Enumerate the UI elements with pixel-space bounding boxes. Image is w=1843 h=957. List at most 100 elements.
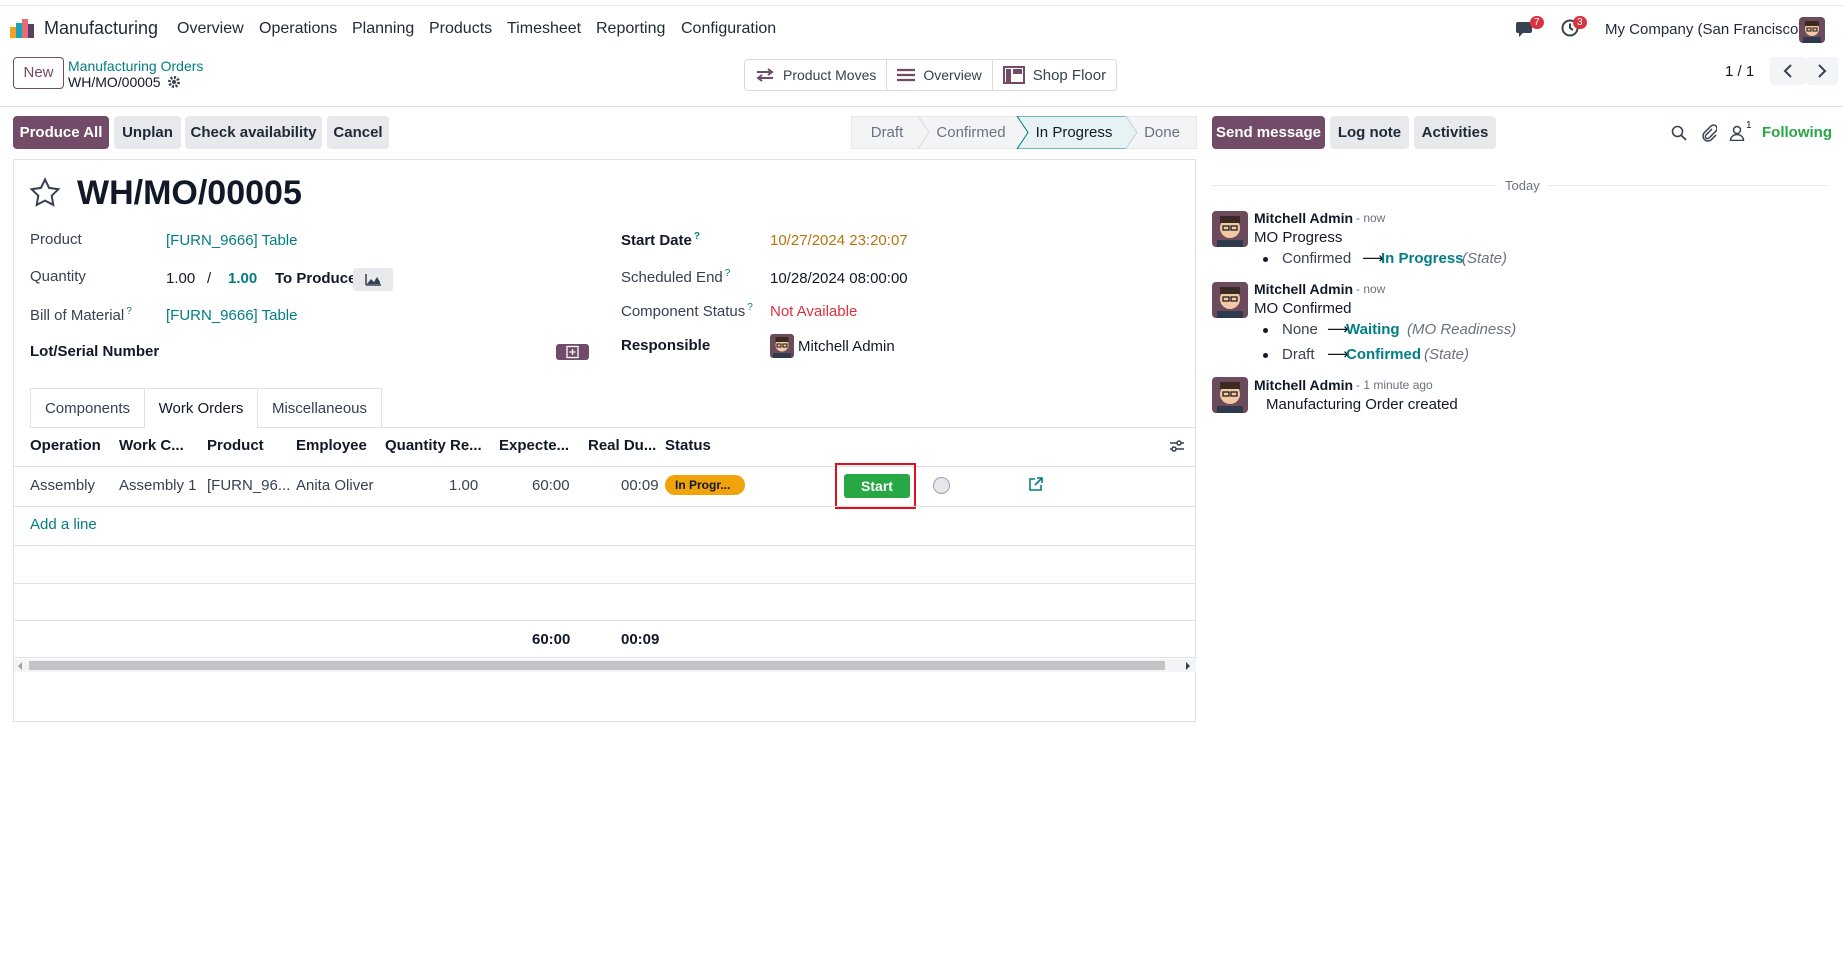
quantity-field[interactable]: 1.00	[166, 270, 195, 287]
followers-icon[interactable]	[1729, 125, 1745, 141]
menu-timesheet[interactable]: Timesheet	[507, 20, 581, 38]
message-author[interactable]: Mitchell Admin	[1254, 377, 1353, 393]
scroll-right-icon[interactable]	[1186, 662, 1190, 670]
new-value: In Progress	[1381, 250, 1464, 267]
open-external-icon[interactable]	[1028, 477, 1043, 492]
shop-floor-icon	[1002, 66, 1025, 84]
col-quantity[interactable]: Quantity Re...	[385, 437, 482, 454]
message-time: - now	[1356, 211, 1386, 225]
menu-overview[interactable]: Overview	[177, 20, 244, 38]
scrollbar-thumb[interactable]	[29, 661, 1165, 670]
scheduled-end-label: Scheduled End?	[621, 268, 731, 286]
tab-miscellaneous[interactable]: Miscellaneous	[257, 388, 382, 427]
gear-icon[interactable]	[167, 75, 181, 89]
row-divider-3	[14, 583, 1196, 584]
shop-floor-button[interactable]: Shop Floor	[993, 60, 1116, 90]
record-title: WH/MO/00005	[77, 174, 302, 212]
total-expected: 60:00	[532, 631, 571, 648]
unplan-button[interactable]: Unplan	[114, 116, 181, 149]
responsible-avatar	[770, 334, 794, 358]
tab-components[interactable]: Components	[30, 388, 145, 427]
cell-work-center: Assembly 1	[119, 477, 197, 494]
author-avatar[interactable]	[1212, 282, 1248, 318]
message-author[interactable]: Mitchell Admin	[1254, 281, 1353, 297]
messages-badge: 7	[1530, 16, 1544, 29]
menu-reporting[interactable]: Reporting	[596, 20, 665, 38]
smart-buttons: Product Moves Overview Shop Floor	[744, 59, 1118, 91]
cancel-button[interactable]: Cancel	[327, 116, 389, 149]
done-radio[interactable]	[933, 477, 950, 494]
start-button[interactable]: Start	[844, 474, 910, 498]
message-body: Manufacturing Order created	[1266, 396, 1458, 413]
area-chart-icon	[365, 274, 381, 286]
col-work-center[interactable]: Work C...	[119, 437, 184, 454]
paperclip-icon[interactable]	[1701, 124, 1717, 142]
responsible-label: Responsible	[621, 337, 711, 354]
add-line-link[interactable]: Add a line	[30, 516, 97, 533]
product-moves-label: Product Moves	[783, 67, 877, 83]
search-icon[interactable]	[1671, 125, 1687, 141]
stage-in-progress[interactable]: In Progress	[1025, 116, 1123, 149]
menu-planning[interactable]: Planning	[352, 20, 414, 38]
breadcrumb-parent[interactable]: Manufacturing Orders	[68, 58, 203, 74]
log-note-button[interactable]: Log note	[1330, 116, 1409, 149]
scheduled-end-field[interactable]: 10/28/2024 08:00:00	[770, 270, 908, 287]
stage-draft[interactable]: Draft	[855, 116, 919, 149]
new-button[interactable]: New	[13, 57, 64, 89]
col-product[interactable]: Product	[207, 437, 264, 454]
produce-all-button[interactable]: Produce All	[13, 116, 109, 149]
app-title[interactable]: Manufacturing	[44, 18, 158, 39]
message-author[interactable]: Mitchell Admin	[1254, 210, 1353, 226]
column-settings-icon[interactable]	[1169, 438, 1185, 454]
manufacturing-app-icon[interactable]	[10, 18, 34, 38]
col-status[interactable]: Status	[665, 437, 711, 454]
product-moves-button[interactable]: Product Moves	[745, 60, 888, 90]
star-icon[interactable]	[29, 177, 61, 209]
menu-products[interactable]: Products	[429, 20, 492, 38]
col-employee[interactable]: Employee	[296, 437, 367, 454]
activities-badge: 3	[1573, 16, 1587, 29]
tab-work-orders[interactable]: Work Orders	[144, 388, 258, 428]
stage-done[interactable]: Done	[1135, 116, 1189, 149]
bullet-icon	[1263, 353, 1268, 358]
author-avatar[interactable]	[1212, 211, 1248, 247]
author-avatar[interactable]	[1212, 377, 1248, 413]
followers-count: 1	[1746, 120, 1752, 131]
menu-configuration[interactable]: Configuration	[681, 20, 776, 38]
pager-prev-icon[interactable]	[1770, 57, 1806, 85]
col-real-duration[interactable]: Real Du...	[588, 437, 656, 454]
new-value: Confirmed	[1346, 346, 1421, 363]
forecast-chart-button[interactable]	[353, 268, 393, 291]
field-name: (MO Readiness)	[1407, 321, 1517, 338]
company-switcher[interactable]: My Company (San Francisco)	[1605, 21, 1803, 38]
col-operation[interactable]: Operation	[30, 437, 101, 454]
shop-floor-label: Shop Floor	[1032, 66, 1107, 84]
quantity-target[interactable]: 1.00	[228, 270, 257, 287]
start-date-field[interactable]: 10/27/2024 23:20:07	[770, 232, 908, 249]
date-separator: Today	[1497, 178, 1548, 193]
horizontal-scrollbar[interactable]	[14, 659, 1196, 672]
activities-button[interactable]: Activities	[1414, 116, 1496, 149]
pager-next-icon[interactable]	[1806, 57, 1838, 85]
overview-button[interactable]: Overview	[887, 60, 993, 90]
col-expected[interactable]: Expecte...	[499, 437, 569, 454]
responsible-field[interactable]: Mitchell Admin	[798, 338, 895, 355]
lot-serial-add-button[interactable]	[556, 344, 589, 360]
control-panel: New Manufacturing Orders WH/MO/00005 Pro…	[0, 49, 1843, 107]
row-divider	[14, 506, 1196, 507]
menu-operations[interactable]: Operations	[259, 20, 337, 38]
product-field[interactable]: [FURN_9666] Table	[166, 232, 297, 249]
bom-label: Bill of Material?	[30, 306, 132, 324]
start-date-label: Start Date?	[621, 231, 700, 249]
user-avatar[interactable]	[1799, 17, 1825, 43]
row-divider-4	[14, 620, 1196, 621]
following-button[interactable]: Following	[1762, 124, 1832, 141]
bom-field[interactable]: [FURN_9666] Table	[166, 307, 297, 324]
send-message-button[interactable]: Send message	[1212, 116, 1325, 149]
stage-confirmed[interactable]: Confirmed	[928, 116, 1014, 149]
scroll-left-icon[interactable]	[18, 662, 22, 670]
message-time: - 1 minute ago	[1356, 378, 1433, 392]
check-availability-button[interactable]: Check availability	[185, 116, 322, 149]
component-status-field: Not Available	[770, 303, 858, 320]
pager-value[interactable]: 1 / 1	[1725, 63, 1754, 80]
